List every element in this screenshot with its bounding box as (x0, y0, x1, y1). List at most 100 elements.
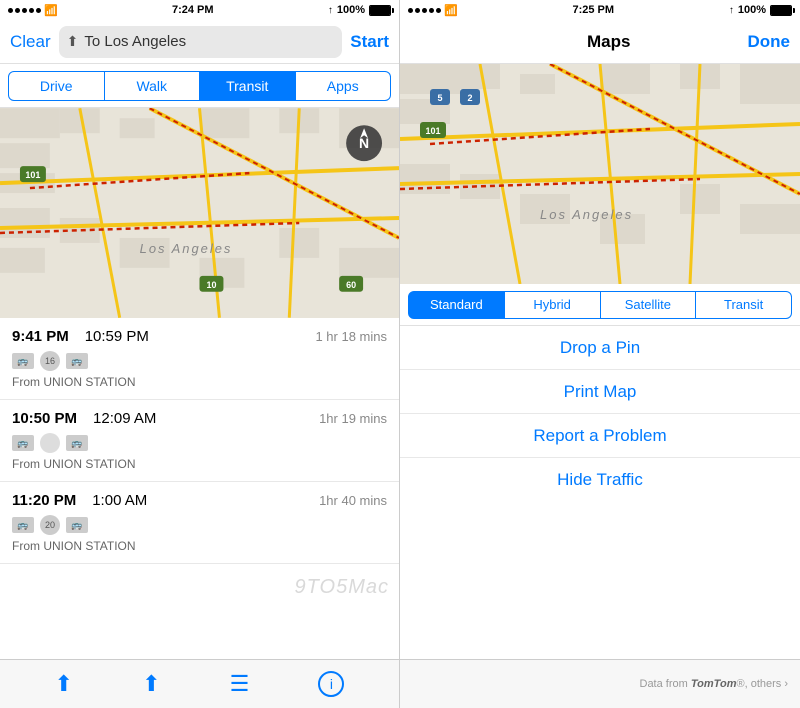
transit-times-3: 11:20 PM 1:00 AM 1hr 40 mins (12, 492, 387, 509)
bus-icon-3: 🚌 (12, 517, 34, 533)
top-nav: Clear ⬆ To Los Angeles Start (0, 20, 399, 64)
report-problem-button[interactable]: Report a Problem (400, 414, 800, 458)
done-button[interactable]: Done (748, 32, 791, 52)
transit-item-3[interactable]: 11:20 PM 1:00 AM 1hr 40 mins 🚌 20 🚌 From… (0, 482, 399, 564)
bus-icon-3b: 🚌 (66, 517, 88, 533)
print-map-label: Print Map (564, 382, 637, 402)
svg-text:10: 10 (206, 280, 216, 290)
arrive-time-3: 1:00 AM (92, 492, 147, 509)
hybrid-tab[interactable]: Hybrid (505, 291, 601, 319)
transit-item-1[interactable]: 9:41 PM 10:59 PM 1 hr 18 mins 🚌 16 🚌 Fro… (0, 318, 399, 400)
transit-times-1: 9:41 PM 10:59 PM 1 hr 18 mins (12, 328, 387, 345)
transit-list: 9:41 PM 10:59 PM 1 hr 18 mins 🚌 16 🚌 Fro… (0, 318, 399, 659)
arrive-time-2: 12:09 AM (93, 410, 156, 427)
watermark: 9TO5Mac (295, 576, 389, 599)
left-battery-label: 100% (337, 4, 365, 16)
from-label-1: From UNION STATION (12, 375, 387, 389)
badge-2 (40, 433, 60, 453)
tomtom-brand: TomTom (691, 678, 737, 690)
right-panel: 📶 7:25 PM ↑ 100% Maps Done (400, 0, 800, 708)
left-panel: 📶 7:24 PM ↑ 100% Clear ⬆ To Los Angeles … (0, 0, 400, 708)
svg-text:101: 101 (425, 126, 440, 136)
arrive-time-1: 10:59 PM (85, 328, 149, 345)
right-battery-fill (771, 6, 791, 15)
transit-icons-2: 🚌 🚌 (12, 433, 387, 453)
bus-icon-2b: 🚌 (66, 435, 88, 451)
badge-1: 16 (40, 351, 60, 371)
svg-text:5: 5 (437, 93, 442, 103)
wifi-icon: 📶 (44, 4, 58, 17)
list-icon[interactable]: ☰ (230, 671, 250, 697)
left-status-right: ↑ 100% (328, 4, 391, 16)
clear-button[interactable]: Clear (10, 32, 51, 52)
transit-item-2[interactable]: 10:50 PM 12:09 AM 1hr 19 mins 🚌 🚌 From U… (0, 400, 399, 482)
left-bottom-toolbar: ⬆ ⬆ ☰ i (0, 659, 399, 708)
destination-field[interactable]: ⬆ To Los Angeles (59, 26, 343, 58)
right-wifi-icon: 📶 (444, 4, 458, 17)
transit-map-tab[interactable]: Transit (696, 291, 792, 319)
share-icon[interactable]: ⬆ (142, 671, 160, 697)
svg-text:Los Angeles: Los Angeles (140, 241, 233, 256)
svg-text:Los Angeles: Los Angeles (540, 207, 633, 222)
left-time: 7:24 PM (172, 4, 214, 16)
bus-icon-2: 🚌 (12, 435, 34, 451)
transit-times-2: 10:50 PM 12:09 AM 1hr 19 mins (12, 410, 387, 427)
bus-icon-1b: 🚌 (66, 353, 88, 369)
transit-icons-3: 🚌 20 🚌 (12, 515, 387, 535)
attribution-text: Data from TomTom®, others › (640, 678, 789, 690)
right-battery-label: 100% (738, 4, 766, 16)
options-list: Drop a Pin Print Map Report a Problem Hi… (400, 326, 800, 659)
depart-time-2: 10:50 PM (12, 410, 77, 427)
info-icon[interactable]: i (318, 671, 344, 697)
print-map-button[interactable]: Print Map (400, 370, 800, 414)
arrow-icon: ↑ (328, 5, 333, 16)
apps-tab[interactable]: Apps (296, 71, 392, 101)
svg-text:60: 60 (346, 280, 356, 290)
right-status-bar: 📶 7:25 PM ↑ 100% (400, 0, 800, 20)
depart-time-1: 9:41 PM (12, 328, 69, 345)
right-map: 101 5 2 Los Angeles (400, 64, 800, 284)
battery-fill (370, 6, 390, 15)
left-status-left: 📶 (8, 4, 58, 17)
right-status-left: 📶 (408, 4, 458, 17)
transport-segment-control: Drive Walk Transit Apps (0, 64, 399, 108)
transit-tab[interactable]: Transit (200, 71, 296, 101)
route-icon: ⬆ (67, 33, 79, 50)
drop-pin-button[interactable]: Drop a Pin (400, 326, 800, 370)
badge-3: 20 (40, 515, 60, 535)
svg-text:101: 101 (25, 170, 40, 180)
satellite-tab[interactable]: Satellite (601, 291, 697, 319)
right-status-right: ↑ 100% (729, 4, 792, 16)
right-time: 7:25 PM (572, 4, 614, 16)
svg-text:2: 2 (467, 93, 472, 103)
right-battery-icon (770, 5, 792, 16)
depart-time-3: 11:20 PM (12, 492, 76, 509)
destination-text: To Los Angeles (84, 33, 334, 50)
duration-2: 1hr 19 mins (319, 411, 387, 426)
hide-traffic-button[interactable]: Hide Traffic (400, 458, 800, 502)
walk-tab[interactable]: Walk (105, 71, 201, 101)
drive-tab[interactable]: Drive (8, 71, 105, 101)
from-label-2: From UNION STATION (12, 457, 387, 471)
transit-icons-1: 🚌 16 🚌 (12, 351, 387, 371)
right-bottom-toolbar: Data from TomTom®, others › (400, 659, 800, 708)
duration-1: 1 hr 18 mins (315, 329, 387, 344)
start-button[interactable]: Start (350, 32, 389, 52)
left-status-bar: 📶 7:24 PM ↑ 100% (0, 0, 399, 20)
signal-dots (8, 8, 41, 13)
bus-icon-1: 🚌 (12, 353, 34, 369)
right-signal-dots (408, 8, 441, 13)
right-top-nav: Maps Done (400, 20, 800, 64)
from-label-3: From UNION STATION (12, 539, 387, 553)
watermark-container: 9TO5Mac (0, 564, 399, 604)
left-battery-icon (369, 5, 391, 16)
hide-traffic-label: Hide Traffic (557, 470, 643, 490)
duration-3: 1hr 40 mins (319, 493, 387, 508)
location-icon[interactable]: ⬆ (55, 671, 73, 697)
maps-title: Maps (587, 32, 630, 52)
standard-tab[interactable]: Standard (408, 291, 505, 319)
left-map: 101 10 60 Los Angeles N (0, 108, 399, 318)
drop-pin-label: Drop a Pin (560, 338, 640, 358)
right-arrow-icon: ↑ (729, 5, 734, 16)
report-problem-label: Report a Problem (533, 426, 666, 446)
